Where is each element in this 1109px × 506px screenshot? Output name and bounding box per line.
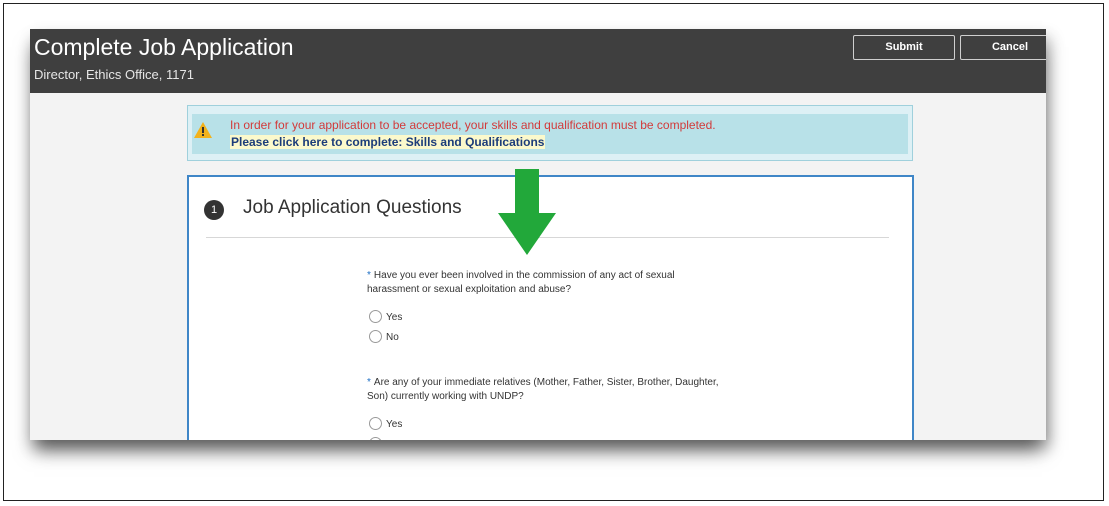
required-marker: *	[367, 270, 371, 281]
radio-button[interactable]	[369, 330, 382, 343]
skills-qualifications-link[interactable]: Please click here to complete: Skills an…	[230, 135, 546, 149]
page-title: Complete Job Application	[34, 34, 294, 60]
question-2: * Are any of your immediate relatives (Mo…	[367, 376, 727, 404]
question-2-option-yes[interactable]: Yes	[369, 417, 402, 430]
radio-button[interactable]	[369, 437, 382, 440]
job-subtitle: Director, Ethics Office, 1171	[34, 67, 194, 82]
question-1-text: Have you ever been involved in the commi…	[367, 270, 675, 295]
warning-icon	[194, 122, 212, 138]
question-2-text: Are any of your immediate relatives (Mot…	[367, 377, 719, 402]
question-1-option-no[interactable]: No	[369, 330, 399, 343]
warning-banner: In order for your application to be acce…	[187, 105, 913, 161]
warning-banner-inner: In order for your application to be acce…	[192, 114, 908, 154]
required-marker: *	[367, 377, 371, 388]
application-window: Complete Job Application Director, Ethic…	[30, 29, 1046, 440]
submit-button[interactable]: Submit	[853, 35, 955, 60]
question-1-option-yes[interactable]: Yes	[369, 310, 402, 323]
option-label: No	[386, 332, 399, 343]
page-header: Complete Job Application Director, Ethic…	[30, 29, 1046, 93]
question-1: * Have you ever been involved in the comm…	[367, 269, 727, 297]
section-title: Job Application Questions	[243, 197, 462, 218]
option-label: Yes	[386, 419, 403, 430]
option-label: No	[386, 439, 399, 440]
down-arrow-icon	[498, 169, 556, 255]
radio-button[interactable]	[369, 310, 382, 323]
cancel-button[interactable]: Cancel	[960, 35, 1046, 60]
radio-button[interactable]	[369, 417, 382, 430]
warning-message: In order for your application to be acce…	[230, 118, 716, 132]
question-2-option-no[interactable]: No	[369, 437, 399, 440]
option-label: Yes	[386, 312, 403, 323]
section-number-badge: 1	[204, 200, 224, 220]
